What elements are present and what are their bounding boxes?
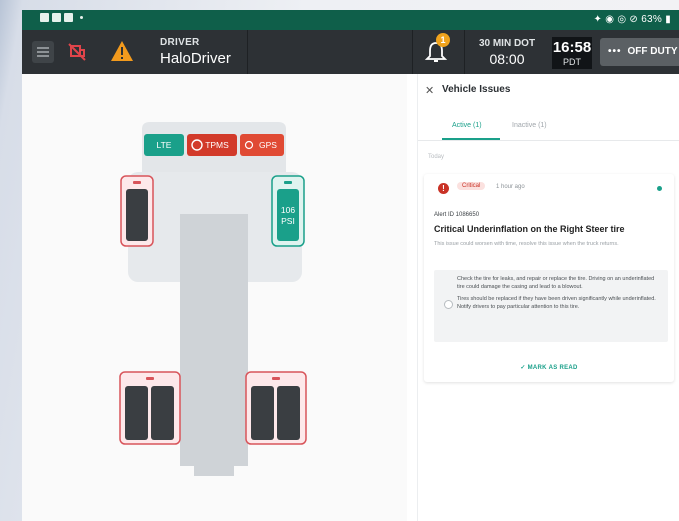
recommendation-2: Tires should be replaced if they have be… — [457, 296, 656, 310]
tire-pressure-unit: PSI — [281, 216, 295, 226]
tpms-badge: TPMS — [187, 134, 237, 156]
gps-badge-label: GPS — [259, 140, 277, 150]
dot-timer-value: 08:00 — [489, 51, 525, 67]
status-glyphs: ✦ ◉ ◎ ⊘ — [593, 14, 642, 25]
mark-as-read-button[interactable]: ✓ MARK AS READ — [424, 364, 674, 371]
tire-pressure-value: 106 — [281, 205, 295, 215]
duty-status-label: OFF DUTY — [627, 46, 678, 57]
divider — [412, 30, 413, 74]
recommendation-radio[interactable] — [444, 300, 453, 309]
image-icon — [64, 13, 73, 22]
dot-timer-label: 30 MIN DOT — [478, 38, 536, 49]
driver-label: DRIVER — [160, 37, 200, 48]
status-icons — [40, 13, 83, 22]
section-label: Today — [428, 154, 445, 160]
truck-diagram-pane: LTE TPMS GPS 106 PSI — [22, 74, 407, 521]
tire-steer-right: 106 PSI — [271, 175, 305, 247]
active-tab-indicator — [442, 138, 500, 140]
warning-icon[interactable] — [110, 39, 134, 63]
more-dots-icon: ••• — [608, 46, 622, 57]
clock: 16:58 PDT — [552, 37, 592, 69]
recommendation-text: Check the tire for leaks, and repair or … — [457, 276, 662, 316]
battery-percent: 63% — [641, 14, 663, 25]
panel-title: Vehicle Issues — [442, 84, 511, 95]
app-header: DRIVER HaloDriver 1 30 MIN DOT 08:00 16:… — [22, 30, 679, 74]
tire-steer-left — [120, 175, 154, 247]
duty-status-button[interactable]: ••• OFF DUTY — [600, 38, 679, 66]
clock-time: 16:58 — [552, 39, 592, 56]
divider — [247, 30, 248, 74]
notification-count-badge: 1 — [436, 33, 450, 47]
alert-id: Alert ID 1086650 — [434, 212, 480, 218]
issue-time: 1 hour ago — [496, 184, 525, 190]
lte-badge: LTE — [144, 134, 184, 156]
lte-badge-label: LTE — [157, 140, 172, 150]
tab-inactive[interactable]: Inactive (1) — [512, 122, 547, 129]
issue-title: Critical Underinflation on the Right Ste… — [434, 224, 625, 234]
no-truck-icon — [68, 43, 86, 61]
truck-chassis — [180, 214, 248, 466]
truck-hitch — [194, 452, 234, 476]
tire-drive-left — [119, 371, 181, 445]
tpms-badge-label: TPMS — [205, 140, 229, 150]
close-icon[interactable]: ✕ — [425, 84, 434, 97]
menu-icon[interactable] — [32, 41, 54, 63]
critical-alert-icon: ! — [438, 183, 449, 194]
vehicle-issues-panel: ✕ Vehicle Issues Active (1) Inactive (1)… — [417, 74, 679, 521]
unread-indicator — [657, 186, 662, 191]
battery-icon: ▮ — [662, 14, 671, 25]
divider — [464, 30, 465, 74]
clock-timezone: PDT — [563, 57, 581, 67]
driver-name[interactable]: HaloDriver — [160, 50, 231, 67]
issue-card[interactable]: ! Critical 1 hour ago Alert ID 1086650 C… — [424, 174, 674, 382]
recommendation-1: Check the tire for leaks, and repair or … — [457, 276, 655, 290]
battery-status: ✦ ◉ ◎ ⊘ 63% ▮ — [593, 14, 671, 25]
tire-drive-right — [245, 371, 307, 445]
issue-tabs: Active (1) Inactive (1) — [418, 110, 679, 141]
system-status-bar: ✦ ◉ ◎ ⊘ 63% ▮ — [22, 10, 679, 30]
severity-badge: Critical — [457, 182, 486, 190]
app-icon — [40, 13, 49, 22]
recommendation-box: Check the tire for leaks, and repair or … — [434, 270, 668, 342]
mail-icon — [52, 13, 61, 22]
tab-active[interactable]: Active (1) — [452, 122, 482, 129]
truck-diagram: LTE TPMS GPS 106 PSI — [119, 122, 307, 476]
main-content: LTE TPMS GPS 106 PSI ✕ Vehicle Issues Ac… — [22, 74, 679, 521]
more-icon — [80, 16, 83, 19]
issue-description: This issue could worsen with time, resol… — [434, 241, 619, 247]
gps-badge: GPS — [240, 134, 284, 156]
